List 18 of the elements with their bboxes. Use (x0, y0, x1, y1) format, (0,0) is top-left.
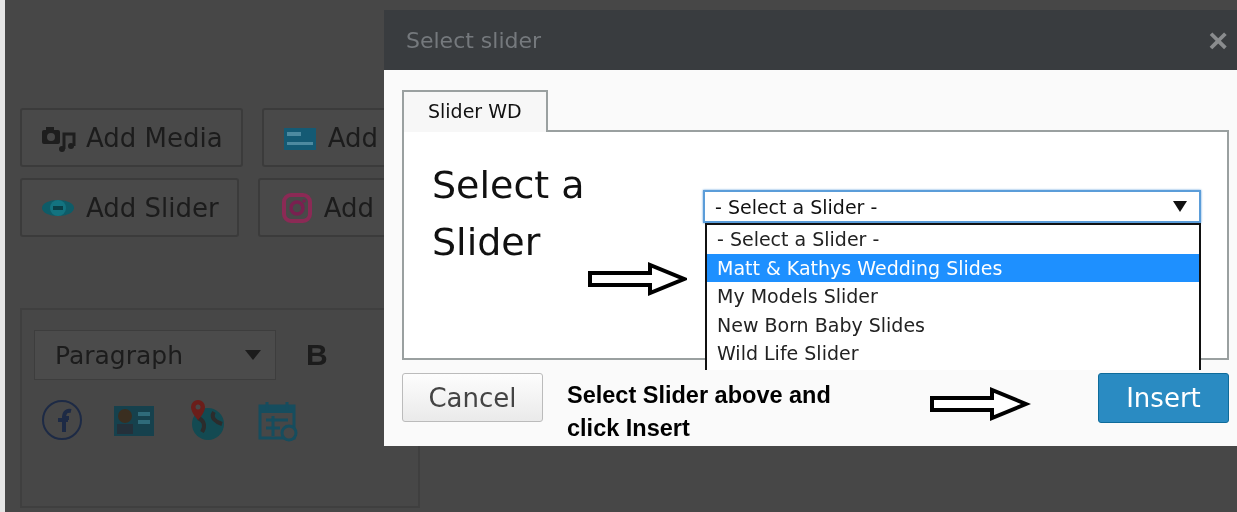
dropdown-option[interactable]: Matt & Kathys Wedding Slides (707, 253, 1199, 282)
dropdown-option[interactable]: - Select a Slider - (707, 225, 1199, 254)
arrow-icon (927, 387, 1031, 421)
arrow-icon (587, 262, 687, 296)
cancel-button[interactable]: Cancel (402, 373, 543, 422)
heading: Select a Slider (432, 162, 586, 266)
dialog-title: Select slider (406, 27, 542, 53)
caret-icon (1173, 201, 1187, 212)
tab[interactable]: Slider WD (402, 90, 548, 132)
facebook-icon[interactable] (40, 398, 84, 442)
slider-dropdown[interactable]: - Select a Slider - (703, 190, 1201, 223)
insert-button[interactable]: Insert (1098, 373, 1229, 423)
dropdown-option[interactable]: Wild Life Slider (707, 339, 1199, 368)
dropdown-option[interactable]: New Born Baby Slides (707, 310, 1199, 339)
caret-icon (245, 350, 261, 360)
dropdown-option[interactable]: My Models Slider (707, 282, 1199, 311)
instruction-text: Select Slider above and click Insert (567, 381, 832, 443)
close-button[interactable]: × (1208, 20, 1228, 60)
